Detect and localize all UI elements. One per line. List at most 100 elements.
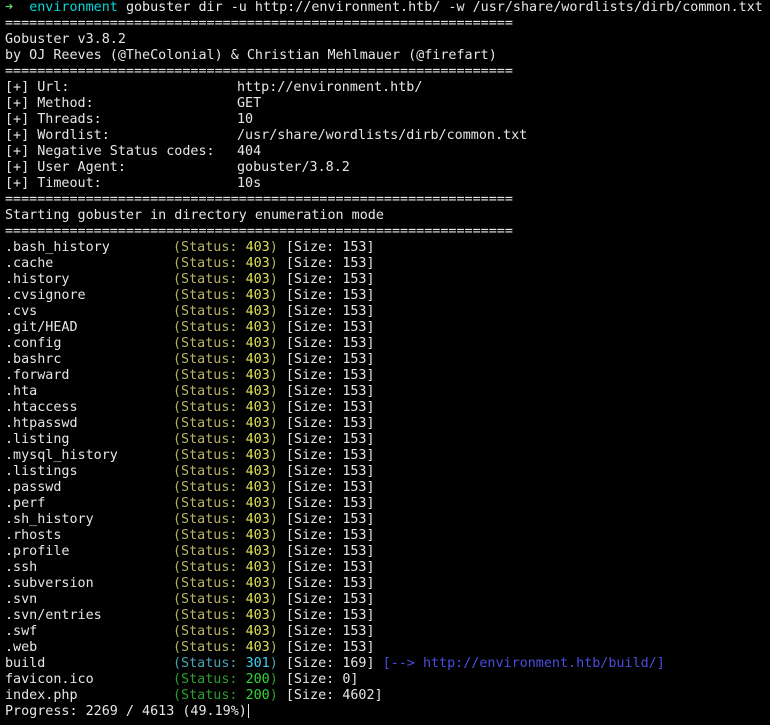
terminal-window[interactable]: ➜ environment gobuster dir -u http://env…	[0, 0, 770, 725]
size-label: [Size: 153]	[277, 512, 375, 527]
result-row: .web (Status: 403) [Size: 153]	[5, 640, 765, 656]
size-value: 153	[342, 288, 367, 303]
size-value: 153	[342, 304, 367, 319]
size-label: [Size: 153]	[277, 528, 375, 543]
result-path: .web	[5, 640, 38, 655]
status-badge: (Status: 403)	[173, 448, 278, 463]
result-row: .perf (Status: 403) [Size: 153]	[5, 496, 765, 512]
progress-text: Progress: 2269 / 4613 (49.19%)	[5, 704, 247, 719]
config-label: [+] Method:	[5, 96, 94, 111]
size-value: 153	[342, 272, 367, 287]
status-code: 403	[245, 608, 270, 623]
status-badge: (Status: 301)	[173, 656, 278, 671]
status-badge: (Status: 403)	[173, 368, 278, 383]
size-label: [Size: 153]	[277, 496, 375, 511]
result-row: .bash_history (Status: 403) [Size: 153]	[5, 240, 765, 256]
config-row: [+] Threads: 10	[5, 112, 765, 128]
result-row: .rhosts (Status: 403) [Size: 153]	[5, 528, 765, 544]
size-label: [Size: 153]	[277, 480, 375, 495]
result-row: .cvs (Status: 403) [Size: 153]	[5, 304, 765, 320]
result-path: .hta	[5, 384, 38, 399]
result-path: .profile	[5, 544, 70, 559]
result-path: .svn/entries	[5, 608, 102, 623]
status-badge: (Status: 403)	[173, 416, 278, 431]
size-value: 169	[342, 656, 367, 671]
config-label: [+] Threads:	[5, 112, 102, 127]
status-badge: (Status: 403)	[173, 464, 278, 479]
status-code: 403	[245, 288, 270, 303]
config-value: GET	[237, 96, 262, 111]
status-code: 403	[245, 320, 270, 335]
start-message: Starting gobuster in directory enumerati…	[5, 208, 384, 223]
result-path: .bash_history	[5, 240, 110, 255]
status-code: 403	[245, 560, 270, 575]
status-badge: (Status: 403)	[173, 240, 278, 255]
status-badge: (Status: 403)	[173, 480, 278, 495]
config-row: [+] Wordlist: /usr/share/wordlists/dirb/c…	[5, 128, 765, 144]
config-value: 10s	[237, 176, 262, 191]
separator-line: ========================================…	[5, 16, 513, 31]
size-label: [Size: 153]	[277, 608, 375, 623]
size-label: [Size: 153]	[277, 240, 375, 255]
status-code: 403	[245, 528, 270, 543]
result-path: .forward	[5, 368, 70, 383]
size-label: [Size: 169]	[277, 656, 375, 671]
size-value: 153	[342, 336, 367, 351]
status-code: 200	[245, 688, 270, 703]
result-path: .listing	[5, 432, 70, 447]
result-row: .git/HEAD (Status: 403) [Size: 153]	[5, 320, 765, 336]
result-row: .svn/entries (Status: 403) [Size: 153]	[5, 608, 765, 624]
result-path: .swf	[5, 624, 38, 639]
size-value: 153	[342, 496, 367, 511]
result-path: .mysql_history	[5, 448, 118, 463]
result-row: build (Status: 301) [Size: 169] [--> http…	[5, 656, 765, 672]
status-badge: (Status: 403)	[173, 400, 278, 415]
result-path: .ssh	[5, 560, 38, 575]
result-row: .bashrc (Status: 403) [Size: 153]	[5, 352, 765, 368]
size-value: 153	[342, 416, 367, 431]
size-label: [Size: 153]	[277, 320, 375, 335]
size-label: [Size: 153]	[277, 384, 375, 399]
redirect-url[interactable]: http://environment.htb/build/	[423, 656, 657, 671]
separator-line: ========================================…	[5, 192, 513, 207]
status-code: 403	[245, 272, 270, 287]
status-badge: (Status: 403)	[173, 320, 278, 335]
status-badge: (Status: 403)	[173, 272, 278, 287]
size-value: 153	[342, 560, 367, 575]
result-path: .rhosts	[5, 528, 62, 543]
result-path: .bashrc	[5, 352, 62, 367]
results-list: .bash_history (Status: 403) [Size: 153] .c…	[5, 240, 765, 704]
status-badge: (Status: 403)	[173, 560, 278, 575]
status-badge: (Status: 403)	[173, 624, 278, 639]
result-path: .subversion	[5, 576, 94, 591]
config-value: /usr/share/wordlists/dirb/common.txt	[237, 128, 528, 143]
command-prompt-line: ➜ environment gobuster dir -u http://env…	[5, 0, 765, 16]
result-path: .history	[5, 272, 70, 287]
size-value: 153	[342, 624, 367, 639]
size-value: 153	[342, 592, 367, 607]
result-path: .cache	[5, 256, 54, 271]
size-label: [Size: 153]	[277, 560, 375, 575]
size-label: [Size: 153]	[277, 400, 375, 415]
status-code: 403	[245, 576, 270, 591]
config-value: 404	[237, 144, 262, 159]
status-code: 403	[245, 624, 270, 639]
status-badge: (Status: 403)	[173, 512, 278, 527]
result-row: .swf (Status: 403) [Size: 153]	[5, 624, 765, 640]
size-label: [Size: 153]	[277, 544, 375, 559]
size-label: [Size: 153]	[277, 448, 375, 463]
result-path: .config	[5, 336, 62, 351]
status-code: 403	[245, 464, 270, 479]
result-path: .git/HEAD	[5, 320, 78, 335]
config-row: [+] Url: http://environment.htb/	[5, 80, 765, 96]
redirect-link[interactable]: [--> http://environment.htb/build/]	[375, 656, 665, 671]
size-label: [Size: 4602]	[277, 688, 383, 703]
result-path: .htaccess	[5, 400, 78, 415]
config-row: [+] Negative Status codes: 404	[5, 144, 765, 160]
status-code: 403	[245, 400, 270, 415]
config-value: http://environment.htb/	[237, 80, 423, 95]
result-path: build	[5, 656, 46, 671]
prompt-arrow-icon: ➜	[5, 0, 14, 15]
status-badge: (Status: 403)	[173, 432, 278, 447]
size-value: 153	[342, 240, 367, 255]
